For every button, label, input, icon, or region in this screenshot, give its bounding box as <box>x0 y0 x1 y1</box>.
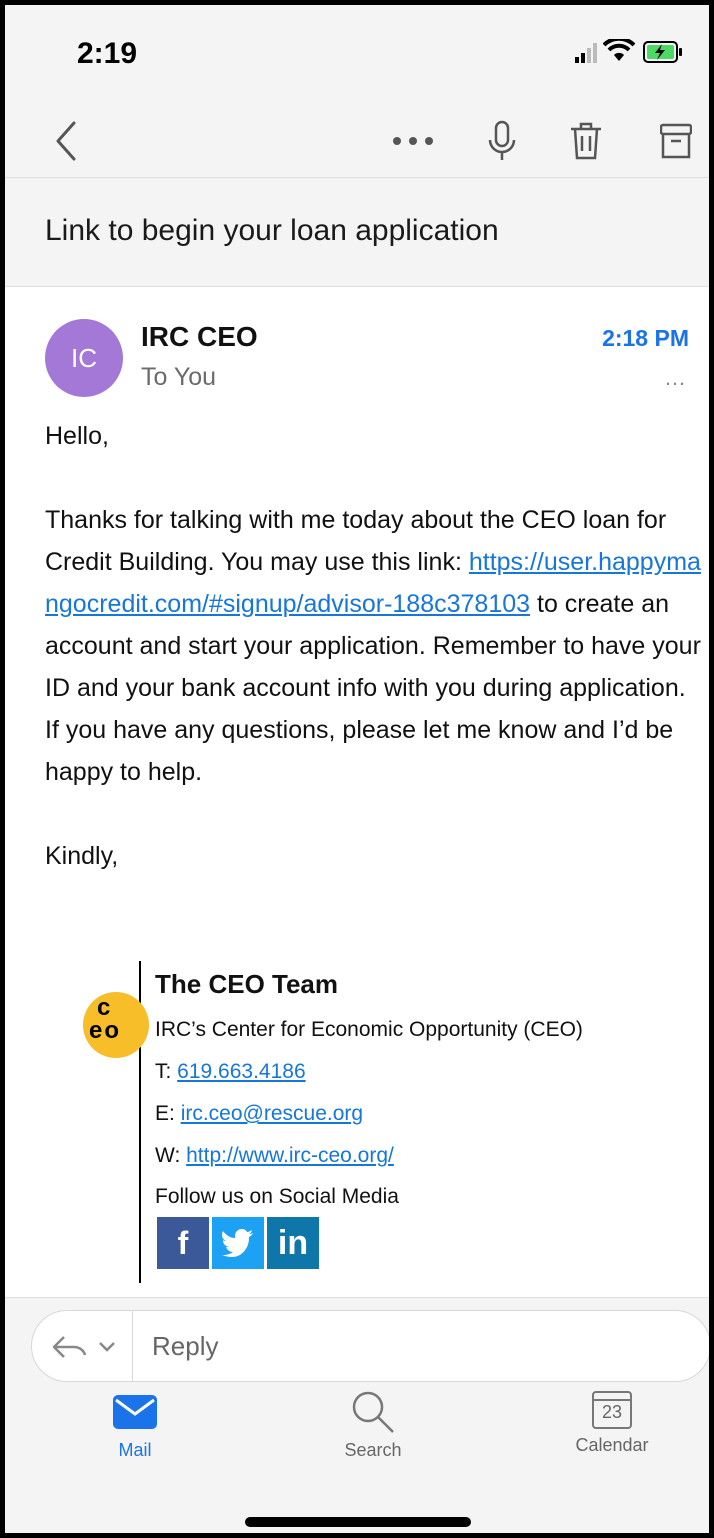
back-button[interactable] <box>41 105 91 177</box>
home-indicator <box>245 1517 471 1527</box>
tab-search[interactable]: Search <box>293 1391 453 1461</box>
body-rest: to create an account and start your appl… <box>45 590 701 786</box>
sender-name[interactable]: IRC CEO <box>141 321 258 353</box>
recipient-line[interactable]: To You <box>141 363 216 392</box>
subject-bar: Link to begin your loan application <box>5 178 709 287</box>
email-link[interactable]: irc.ceo@rescue.org <box>181 1102 363 1125</box>
chevron-down-icon[interactable] <box>98 1341 116 1353</box>
status-time: 2:19 <box>77 37 138 70</box>
twitter-icon[interactable] <box>212 1217 264 1269</box>
message-toolbar <box>5 105 709 178</box>
reply-box[interactable]: Reply <box>31 1310 709 1382</box>
ellipsis-icon <box>393 137 433 145</box>
facebook-icon[interactable]: f <box>157 1217 209 1269</box>
avatar-initials: IC <box>71 342 97 373</box>
signature-web-line: W: http://www.irc-ceo.org/ <box>155 1144 394 1167</box>
battery-charging-icon <box>643 41 682 63</box>
tab-calendar[interactable]: 23 Calendar <box>532 1391 692 1456</box>
archive-button[interactable] <box>651 105 701 177</box>
microphone-icon <box>488 120 516 160</box>
ceo-logo: c eo <box>83 992 149 1058</box>
phone-link[interactable]: 619.663.4186 <box>177 1060 305 1083</box>
tab-calendar-label: Calendar <box>575 1435 649 1455</box>
calendar-icon: 23 <box>592 1391 632 1429</box>
dictate-button[interactable] <box>477 105 527 177</box>
search-icon <box>352 1391 394 1433</box>
archive-icon <box>660 123 692 159</box>
email-subject: Link to begin your loan application <box>45 214 499 247</box>
wifi-icon <box>603 39 635 61</box>
delete-button[interactable] <box>561 105 611 177</box>
message-body: Hello, Thanks for talking with me today … <box>45 415 705 877</box>
calendar-date: 23 <box>601 1402 623 1422</box>
reply-arrow-icon[interactable] <box>52 1335 88 1359</box>
reply-input[interactable]: Reply <box>152 1331 218 1362</box>
website-link[interactable]: http://www.irc-ceo.org/ <box>186 1144 394 1167</box>
twitter-bird-icon <box>222 1229 253 1257</box>
signature-email-line: E: irc.ceo@rescue.org <box>155 1102 364 1125</box>
sender-avatar[interactable]: IC <box>45 319 123 397</box>
chevron-left-icon <box>56 121 76 161</box>
message-more-button[interactable]: … <box>664 365 687 391</box>
signature-org: IRC’s Center for Economic Opportunity (C… <box>155 1018 583 1041</box>
more-options-button[interactable] <box>385 105 441 177</box>
tab-search-label: Search <box>344 1440 402 1460</box>
message-time: 2:18 PM <box>602 325 689 351</box>
greeting: Hello, <box>45 422 109 450</box>
signature-phone-line: T: 619.663.4186 <box>155 1060 306 1083</box>
trash-icon <box>571 122 601 160</box>
mail-icon <box>113 1395 157 1429</box>
reply-divider <box>132 1311 133 1381</box>
signature-team: The CEO Team <box>155 969 339 999</box>
social-icons: f in <box>157 1217 319 1269</box>
tab-mail-label: Mail <box>118 1440 152 1460</box>
closing: Kindly, <box>45 842 119 870</box>
tab-mail[interactable]: Mail <box>55 1395 215 1461</box>
cellular-signal-icon <box>575 43 597 63</box>
status-bar: 2:19 <box>5 5 709 105</box>
linkedin-icon[interactable]: in <box>267 1217 319 1269</box>
phone-screen: 2:19 Link to begin your loan application… <box>3 3 711 1535</box>
signature-follow: Follow us on Social Media <box>155 1185 399 1208</box>
body-paragraph: Thanks for talking with me today about t… <box>45 499 705 793</box>
